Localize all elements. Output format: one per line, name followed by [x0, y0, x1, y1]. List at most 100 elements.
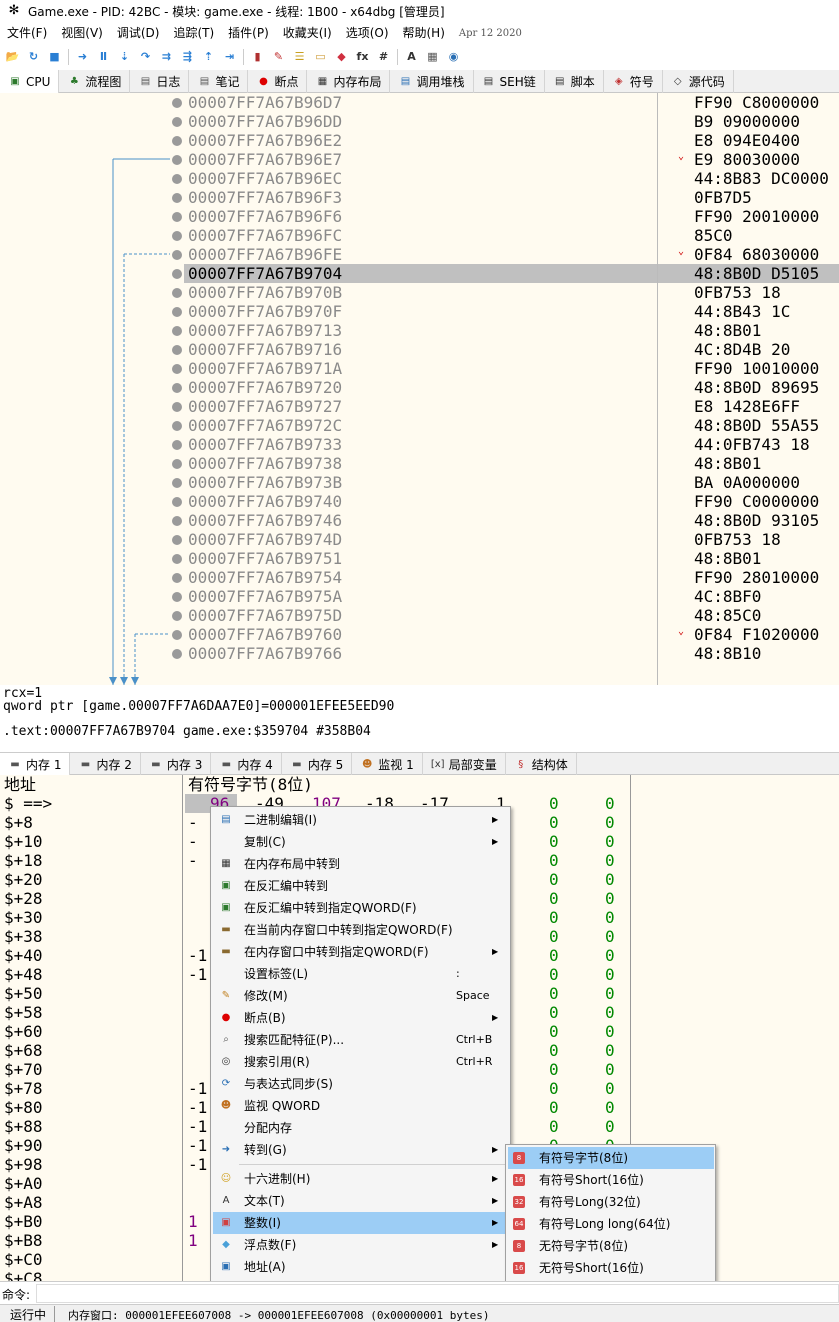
disasm-address[interactable]: 00007FF7A67B9713: [188, 321, 342, 340]
dump-value[interactable]: 0: [549, 1041, 559, 1060]
dump-value-fragment[interactable]: -1: [188, 1098, 207, 1117]
tab-breakpoint[interactable]: ● 断点: [248, 70, 308, 93]
menu-item[interactable]: 文件(F): [0, 23, 54, 44]
dump-address-header[interactable]: 地址: [4, 775, 36, 794]
dump-value[interactable]: 0: [549, 851, 559, 870]
dump-value[interactable]: 0: [605, 1117, 615, 1136]
dump-value[interactable]: 0: [605, 965, 615, 984]
label-icon[interactable]: ▭: [313, 49, 329, 65]
patch-icon[interactable]: ✎: [271, 49, 287, 65]
comment-icon[interactable]: ☰: [292, 49, 308, 65]
disasm-address[interactable]: 00007FF7A67B9766: [188, 644, 342, 663]
dump-tab-1[interactable]: ▬ 内存 1: [0, 753, 71, 776]
bytes-column[interactable]: FF90 C8000000 B9 09000000 E8 094E0400 E9 80…: [657, 93, 839, 685]
disasm-address[interactable]: 00007FF7A67B96F6: [188, 207, 342, 226]
menu-item[interactable]: 调试(D): [110, 23, 167, 44]
context-menu-item-text[interactable]: A 文本(T) ▶: [213, 1190, 508, 1212]
step-into-icon[interactable]: ⇣: [117, 49, 133, 65]
restart-icon[interactable]: ↻: [26, 49, 42, 65]
submenu-item[interactable]: 16 有符号Short(16位): [508, 1169, 714, 1191]
disasm-address[interactable]: 00007FF7A67B975A: [188, 587, 342, 606]
tab-seh[interactable]: ▤ SEH链: [474, 70, 545, 93]
tab-memory-map[interactable]: ▦ 内存布局: [307, 70, 391, 93]
submenu-item[interactable]: 16 无符号Short(16位): [508, 1257, 714, 1279]
dump-value[interactable]: 0: [605, 1022, 615, 1041]
trace-over-icon[interactable]: ⇶: [180, 49, 196, 65]
dump-value-fragment[interactable]: -1: [188, 1136, 207, 1155]
dump-value[interactable]: 0: [549, 965, 559, 984]
disasm-address[interactable]: 00007FF7A67B9746: [188, 511, 342, 530]
dump-value[interactable]: 0: [605, 984, 615, 1003]
dump-tab-3[interactable]: ▬ 内存 3: [141, 753, 212, 776]
dump-value[interactable]: 0: [605, 927, 615, 946]
dump-value[interactable]: 0: [549, 908, 559, 927]
disasm-address[interactable]: 00007FF7A67B9733: [188, 435, 342, 454]
breakpoint-dot[interactable]: [172, 97, 182, 108]
context-menu-item-modify[interactable]: ✎ 修改(M) Space: [213, 985, 508, 1007]
dump-value-fragment[interactable]: -: [188, 813, 198, 832]
breakpoint-dot[interactable]: [172, 591, 182, 602]
breakpoint-dot[interactable]: [172, 154, 182, 165]
menu-item[interactable]: 视图(V): [54, 23, 110, 44]
disasm-address[interactable]: 00007FF7A67B9720: [188, 378, 342, 397]
context-menu-item-watch[interactable]: ☻ 监视 QWORD: [213, 1095, 508, 1117]
context-menu-item-memory-map-goto[interactable]: ▦ 在内存布局中转到: [213, 853, 508, 875]
breakpoint-dot[interactable]: [172, 553, 182, 564]
dump-value-fragment[interactable]: -: [188, 832, 198, 851]
command-input[interactable]: [36, 1284, 839, 1303]
disasm-bytes[interactable]: FF90 10010000: [658, 359, 819, 378]
disasm-address[interactable]: 00007FF7A67B96D7: [188, 93, 342, 112]
context-menu-item-disasm-goto[interactable]: ▣ 在反汇编中转到: [213, 875, 508, 897]
disasm-address[interactable]: 00007FF7A67B970B: [188, 283, 342, 302]
submenu-item[interactable]: 32 有符号Long(32位): [508, 1191, 714, 1213]
menu-item[interactable]: 插件(P): [221, 23, 276, 44]
dump-value[interactable]: 0: [605, 851, 615, 870]
context-menu-item-search-pattern[interactable]: ⌕ 搜索匹配特征(P)... Ctrl+B: [213, 1029, 508, 1051]
breakpoint-dot[interactable]: [172, 287, 182, 298]
disasm-bytes[interactable]: BA 0A000000: [658, 473, 800, 492]
context-menu-item-goto[interactable]: ➜ 转到(G) ▶: [213, 1139, 508, 1161]
context-menu-item-integer[interactable]: ▣ 整数(I) ▶: [213, 1212, 508, 1234]
dump-value[interactable]: 0: [549, 946, 559, 965]
context-menu-item-copy[interactable]: 复制(C) ▶: [213, 831, 508, 853]
breakpoint-dot[interactable]: [172, 230, 182, 241]
submenu-item[interactable]: 8 有符号字节(8位): [508, 1147, 714, 1169]
dump-value[interactable]: 0: [549, 1117, 559, 1136]
disasm-address[interactable]: 00007FF7A67B96F3: [188, 188, 342, 207]
dump-value[interactable]: 0: [549, 889, 559, 908]
breakpoint-dot[interactable]: [172, 192, 182, 203]
breakpoint-dot[interactable]: [172, 420, 182, 431]
dump-value[interactable]: 0: [605, 1003, 615, 1022]
context-menu-item-dump-qword[interactable]: ▬ 在当前内存窗口中转到指定QWORD(F): [213, 919, 508, 941]
function-icon[interactable]: fx: [355, 49, 371, 65]
breakpoint-dot[interactable]: [172, 458, 182, 469]
disasm-bytes[interactable]: 48:8B01: [658, 549, 761, 568]
dump-value[interactable]: 0: [549, 794, 559, 813]
context-menu-item-sync[interactable]: ⟳ 与表达式同步(S): [213, 1073, 508, 1095]
disasm-bytes[interactable]: 44:8B83 DC0000: [658, 169, 829, 188]
breakpoint-dot[interactable]: [172, 325, 182, 336]
disasm-bytes[interactable]: 48:8B01: [658, 454, 761, 473]
calculator-icon[interactable]: ▦: [425, 49, 441, 65]
disasm-address[interactable]: 00007FF7A67B9716: [188, 340, 342, 359]
disasm-bytes[interactable]: 48:8B10: [658, 644, 761, 663]
disasm-address[interactable]: 00007FF7A67B9760: [188, 625, 342, 644]
dump-value[interactable]: 0: [605, 946, 615, 965]
dump-value-fragment[interactable]: -1: [188, 965, 207, 984]
globe-icon[interactable]: ◉: [446, 49, 462, 65]
dump-value-fragment[interactable]: -1: [188, 1155, 207, 1174]
dump-value-fragment[interactable]: -1: [188, 946, 207, 965]
run-icon[interactable]: ➜: [75, 49, 91, 65]
disasm-bytes[interactable]: 44:8B43 1C: [658, 302, 790, 321]
disasm-address[interactable]: 00007FF7A67B974D: [188, 530, 342, 549]
menu-item[interactable]: 追踪(T): [166, 23, 221, 44]
dump-value[interactable]: 0: [549, 1079, 559, 1098]
breakpoint-dot[interactable]: [172, 249, 182, 260]
dump-value[interactable]: 0: [549, 1098, 559, 1117]
disasm-address[interactable]: 00007FF7A67B9727: [188, 397, 342, 416]
disasm-bytes[interactable]: FF90 C8000000: [658, 93, 819, 112]
scylla-icon[interactable]: ▮: [250, 49, 266, 65]
context-menu-item-label[interactable]: 设置标签(L):: [213, 963, 508, 985]
disasm-address[interactable]: 00007FF7A67B96E2: [188, 131, 342, 150]
disasm-bytes[interactable]: E8 094E0400: [658, 131, 800, 150]
